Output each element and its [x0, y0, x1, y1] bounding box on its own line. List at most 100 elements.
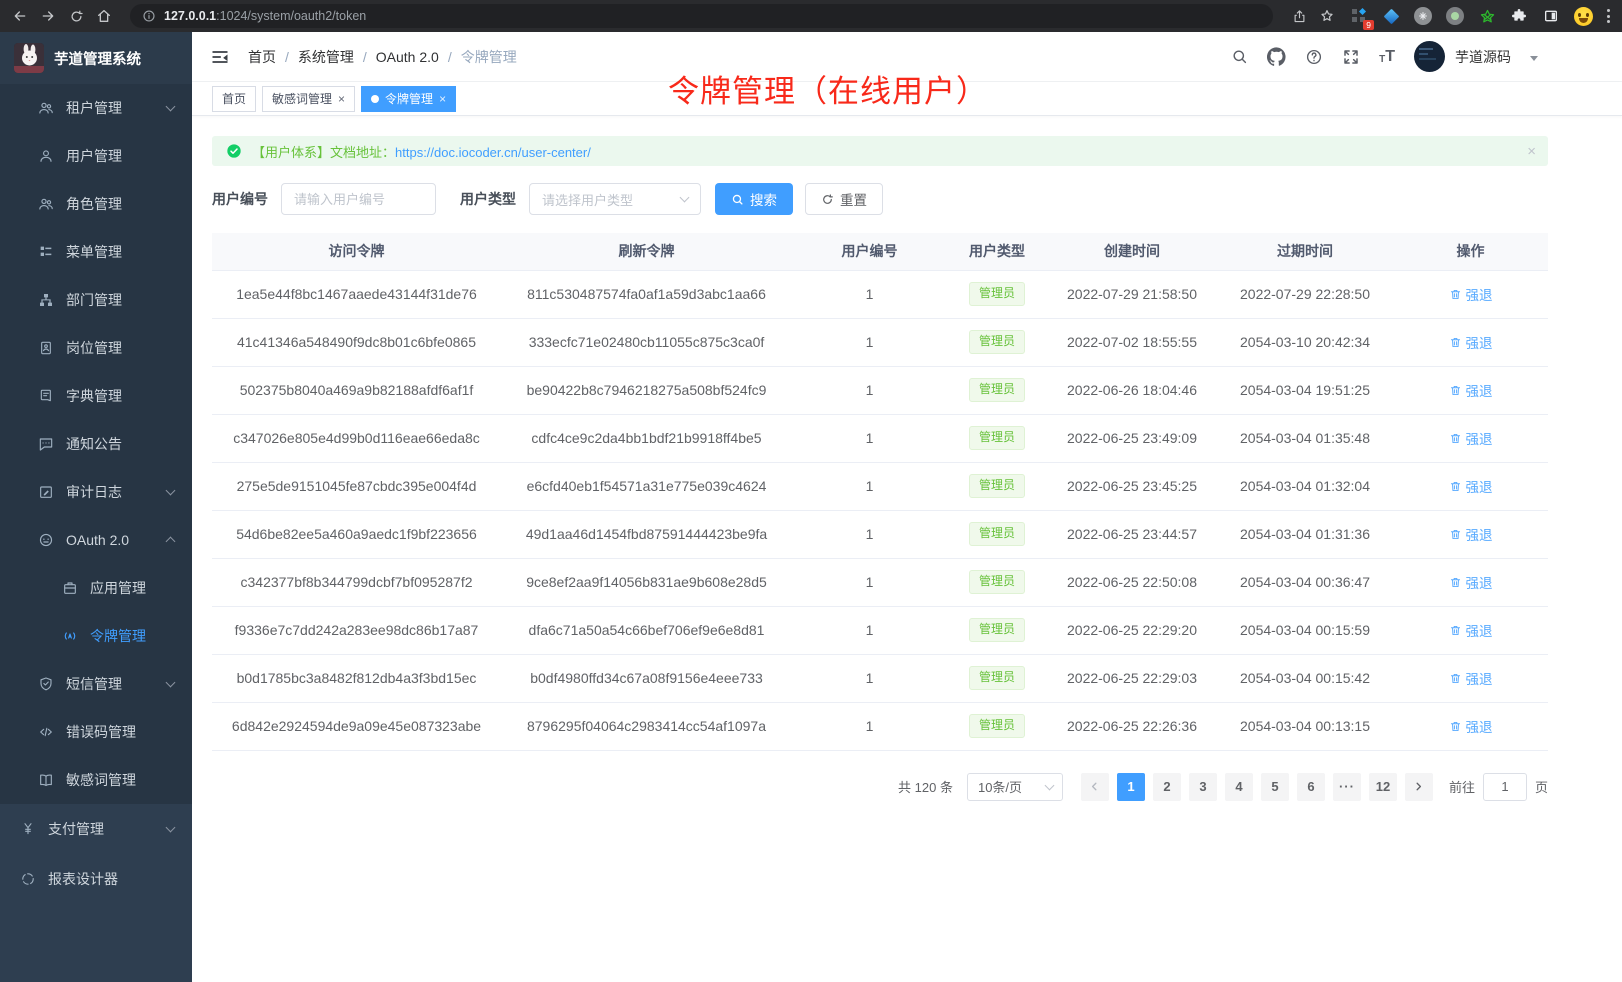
page-button-3[interactable]: 3 [1189, 773, 1217, 801]
app-logo[interactable]: 芋道管理系统 [0, 32, 192, 84]
tag-tab-敏感词管理[interactable]: 敏感词管理× [262, 86, 355, 112]
user-type-cell: 管理员 [947, 510, 1047, 558]
doc-link[interactable]: https://doc.iocoder.cn/user-center/ [395, 145, 591, 160]
force-logout-label: 强退 [1466, 284, 1493, 304]
recorder-extension-icon[interactable] [1445, 6, 1465, 26]
profile-avatar-icon[interactable] [1573, 6, 1593, 26]
sidebar-item-label: 用户管理 [66, 146, 122, 166]
page-button-4[interactable]: 4 [1225, 773, 1253, 801]
github-icon[interactable] [1267, 47, 1286, 66]
browser-menu-icon[interactable] [1603, 9, 1614, 23]
page-button-5[interactable]: 5 [1261, 773, 1289, 801]
user-menu-caret-icon[interactable] [1530, 56, 1538, 61]
sidebar-item-label: 应用管理 [90, 578, 146, 598]
reset-button[interactable]: 重置 [805, 183, 883, 215]
sidebar-item-error-code-management[interactable]: 错误码管理 [0, 708, 192, 756]
page-button-6[interactable]: 6 [1297, 773, 1325, 801]
page-button-1[interactable]: 1 [1117, 773, 1145, 801]
search-button-label: 搜索 [750, 189, 777, 209]
split-screen-icon[interactable] [1541, 6, 1561, 26]
next-page-button[interactable] [1405, 773, 1433, 801]
force-logout-button[interactable]: 强退 [1449, 716, 1493, 736]
alert-close-icon[interactable]: × [1527, 143, 1536, 160]
sidebar-item-audit-log[interactable]: 审计日志 [0, 468, 192, 516]
user-name[interactable]: 芋道源码 [1455, 47, 1511, 67]
sidebar-item-label: 角色管理 [66, 194, 122, 214]
bookmark-star-icon[interactable] [1315, 4, 1339, 28]
force-logout-button[interactable]: 强退 [1449, 476, 1493, 496]
force-logout-button[interactable]: 强退 [1449, 428, 1493, 448]
breadcrumb-separator: / [363, 49, 367, 65]
user-id-cell: 1 [792, 318, 947, 366]
sidebar-item-role-management[interactable]: 角色管理 [0, 180, 192, 228]
tag-tab-首页[interactable]: 首页 [212, 86, 256, 112]
success-check-icon [226, 143, 242, 159]
sidebar-item-sms-management[interactable]: 短信管理 [0, 660, 192, 708]
sidebar-item-tenant-management[interactable]: 租户管理 [0, 84, 192, 132]
close-icon[interactable]: × [338, 93, 345, 105]
sidebar-item-user-management[interactable]: 用户管理 [0, 132, 192, 180]
refresh-token-cell: 811c530487574fa0af1a59d3abc1aa66 [501, 270, 792, 318]
page-button-12[interactable]: 12 [1369, 773, 1397, 801]
browser-home-icon[interactable] [92, 4, 116, 28]
user-avatar[interactable] [1414, 41, 1445, 72]
sidebar-item-menu-management[interactable]: 菜单管理 [0, 228, 192, 276]
chevron-down-icon [166, 486, 176, 496]
action-cell: 强退 [1393, 462, 1548, 510]
force-logout-button[interactable]: 强退 [1449, 668, 1493, 688]
force-logout-button[interactable]: 强退 [1449, 620, 1493, 640]
sidebar-item-oauth2-app-management[interactable]: 应用管理 [0, 564, 192, 612]
force-logout-button[interactable]: 强退 [1449, 284, 1493, 304]
extensions-puzzle-icon[interactable] [1509, 6, 1529, 26]
sidebar-item-oauth2-token-management[interactable]: 令牌管理 [0, 612, 192, 660]
user-type-select[interactable]: 请选择用户类型 [529, 183, 701, 215]
green-star-extension-icon[interactable] [1477, 6, 1497, 26]
url-text: 127.0.0.1:1024/system/oauth2/token [164, 9, 366, 23]
tab-groups-extension-icon[interactable]: 9 [1349, 6, 1369, 26]
sidebar-item-report-designer[interactable]: 报表设计器 [0, 854, 192, 904]
search-icon[interactable] [1231, 48, 1248, 65]
fullscreen-icon[interactable] [1342, 48, 1360, 66]
table-row: 41c41346a548490f9dc8b01c6bfe0865333ecfc7… [212, 318, 1548, 366]
force-logout-button[interactable]: 强退 [1449, 332, 1493, 352]
page-size-select[interactable]: 10条/页 [967, 773, 1063, 801]
kite-extension-icon[interactable] [1381, 6, 1401, 26]
table-row: 54d6be82ee5a460a9aedc1f9bf22365649d1aa46… [212, 510, 1548, 558]
search-button[interactable]: 搜索 [715, 183, 793, 215]
sidebar-item-sensitive-word-management[interactable]: 敏感词管理 [0, 756, 192, 804]
browser-forward-icon[interactable] [36, 4, 60, 28]
settings-extension-icon[interactable] [1413, 6, 1433, 26]
created-time-cell: 2022-06-25 23:49:09 [1047, 414, 1217, 462]
goto-page-input[interactable] [1483, 773, 1527, 801]
active-tab-dot [371, 95, 379, 103]
browser-back-icon[interactable] [8, 4, 32, 28]
sidebar-item-notice-management[interactable]: 通知公告 [0, 420, 192, 468]
force-logout-button[interactable]: 强退 [1449, 572, 1493, 592]
font-size-icon[interactable]: TT [1379, 49, 1395, 65]
force-logout-button[interactable]: 强退 [1449, 380, 1493, 400]
browser-refresh-icon[interactable] [64, 4, 88, 28]
sidebar-item-dict-management[interactable]: 字典管理 [0, 372, 192, 420]
breadcrumb-item[interactable]: 系统管理 [298, 47, 354, 67]
access-token-cell: 1ea5e44f8bc1467aaede43144f31de76 [212, 270, 501, 318]
address-bar[interactable]: 127.0.0.1:1024/system/oauth2/token [130, 4, 1273, 28]
help-icon[interactable] [1305, 48, 1323, 66]
close-icon[interactable]: × [439, 93, 446, 105]
page-button-2[interactable]: 2 [1153, 773, 1181, 801]
sidebar-collapse-icon[interactable] [210, 46, 232, 68]
site-info-icon[interactable] [142, 9, 156, 23]
sidebar-item-dept-management[interactable]: 部门管理 [0, 276, 192, 324]
sidebar-item-pay-management[interactable]: 支付管理 [0, 804, 192, 854]
expire-time-cell: 2054-03-04 01:35:48 [1217, 414, 1393, 462]
more-pages-button[interactable]: ··· [1333, 773, 1361, 801]
breadcrumb-item[interactable]: OAuth 2.0 [376, 49, 439, 65]
sidebar-item-oauth2[interactable]: OAuth 2.0 [0, 516, 192, 564]
force-logout-button[interactable]: 强退 [1449, 524, 1493, 544]
tag-tab-令牌管理[interactable]: 令牌管理× [361, 86, 456, 112]
share-icon[interactable] [1287, 4, 1311, 28]
breadcrumb-item[interactable]: 首页 [248, 47, 276, 67]
user-id-input[interactable] [281, 183, 436, 215]
prev-page-button[interactable] [1081, 773, 1109, 801]
sidebar-item-post-management[interactable]: 岗位管理 [0, 324, 192, 372]
trash-icon [1449, 288, 1462, 301]
